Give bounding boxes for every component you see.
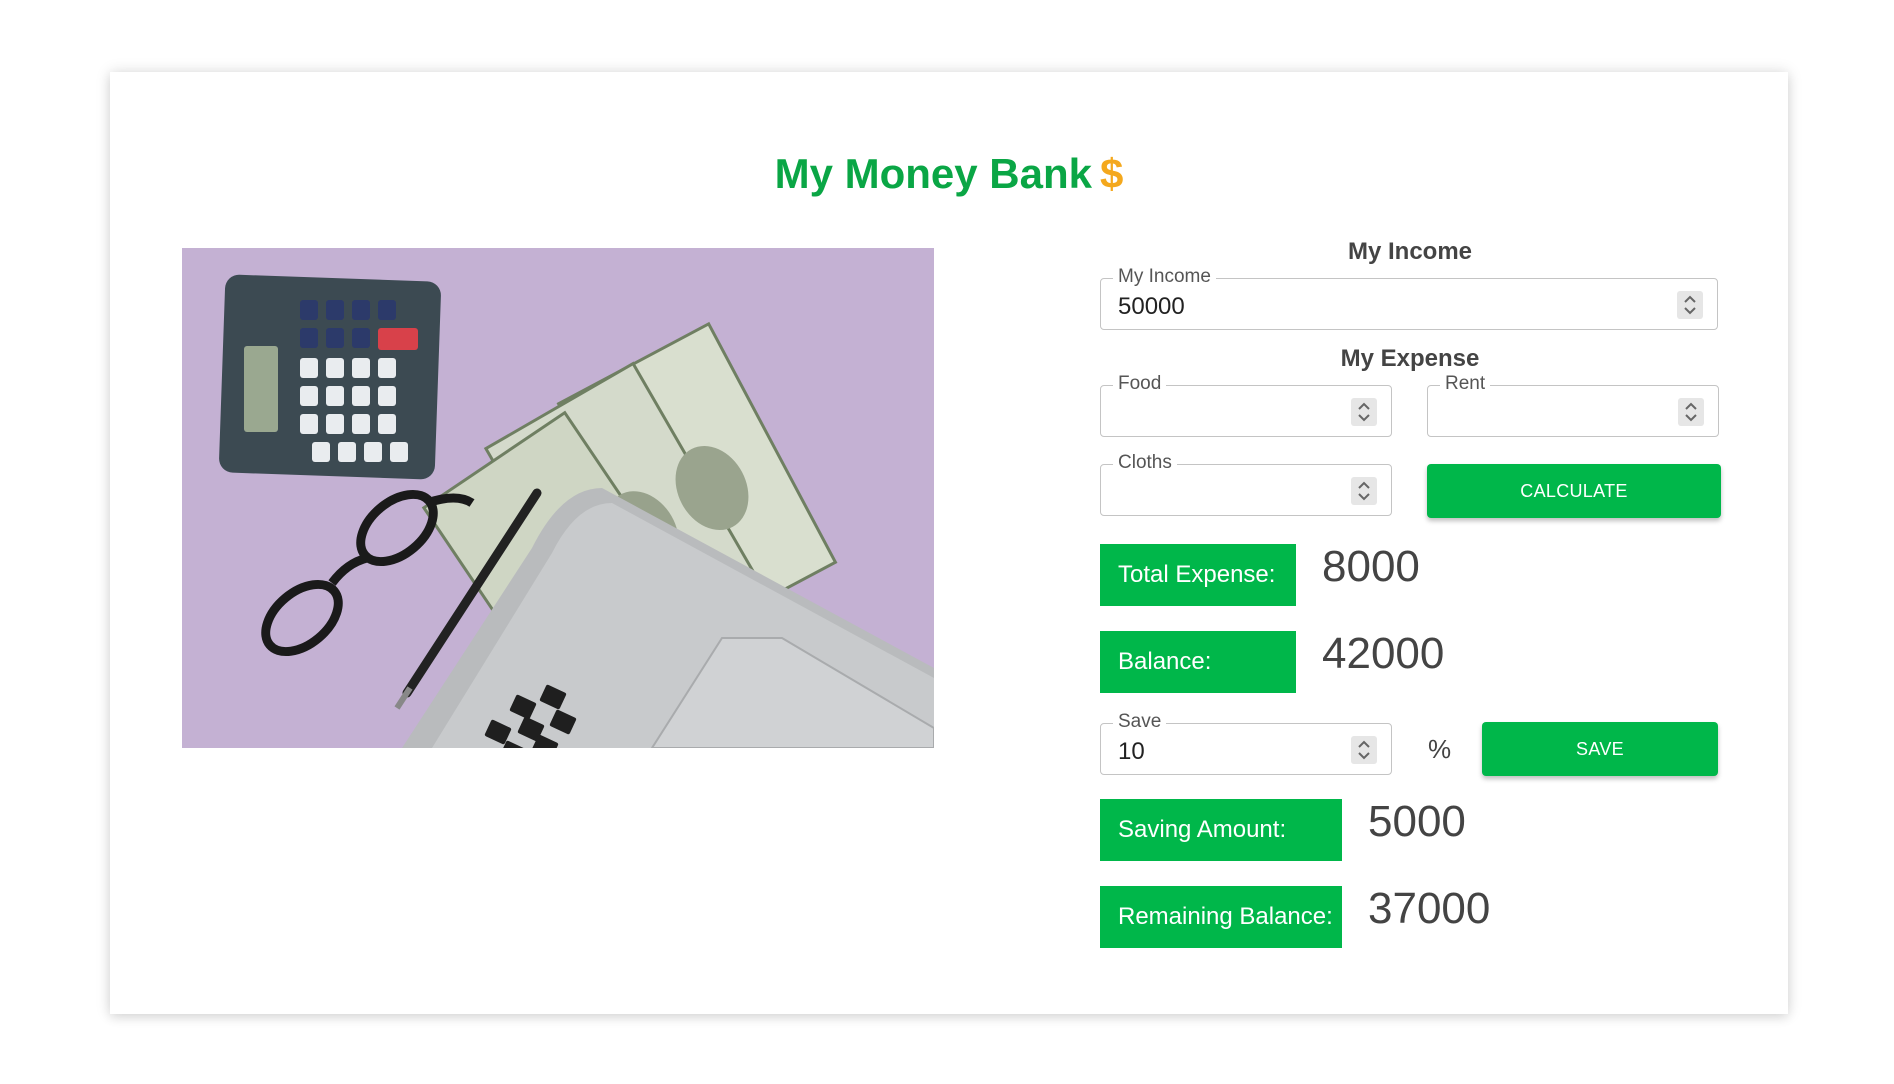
food-label: Food — [1113, 373, 1167, 395]
income-heading: My Income — [1347, 238, 1473, 265]
total-expense-label: Total Expense: — [1100, 544, 1296, 606]
main-card: My Money Bank $ My Income My Income 5000… — [110, 72, 1788, 1014]
save-button[interactable]: SAVE — [1482, 722, 1718, 776]
saving-amount-value: 5000 — [1368, 797, 1466, 846]
income-stepper[interactable] — [1677, 291, 1703, 319]
save-stepper[interactable] — [1351, 736, 1377, 764]
balance-label: Balance: — [1100, 631, 1296, 693]
income-value: 50000 — [1118, 293, 1185, 320]
saving-amount-label: Saving Amount: — [1100, 799, 1342, 861]
page-title: My Money Bank $ — [110, 150, 1788, 198]
calculator-image — [219, 274, 441, 480]
save-percent-input[interactable]: Save 10 — [1100, 711, 1392, 775]
save-value: 10 — [1118, 738, 1145, 765]
income-label: My Income — [1113, 266, 1216, 288]
remaining-balance-label: Remaining Balance: — [1100, 886, 1342, 948]
hero-image — [182, 248, 934, 748]
title-text: My Money Bank — [774, 150, 1093, 197]
cloths-label: Cloths — [1113, 452, 1177, 474]
dollar-icon: $ — [1100, 150, 1124, 197]
total-expense-value: 8000 — [1322, 542, 1420, 591]
remaining-balance-value: 37000 — [1368, 884, 1491, 933]
percent-sign: % — [1428, 734, 1452, 764]
food-stepper[interactable] — [1351, 398, 1377, 426]
expense-heading: My Expense — [1340, 345, 1480, 372]
food-input[interactable]: Food — [1100, 373, 1392, 437]
calculate-button[interactable]: CALCULATE — [1427, 464, 1721, 518]
save-label: Save — [1113, 711, 1167, 733]
rent-stepper[interactable] — [1678, 398, 1704, 426]
rent-input[interactable]: Rent — [1427, 373, 1719, 437]
cloths-stepper[interactable] — [1351, 477, 1377, 505]
rent-label: Rent — [1440, 373, 1491, 395]
cloths-input[interactable]: Cloths — [1100, 452, 1392, 516]
income-input[interactable]: My Income 50000 — [1100, 266, 1718, 330]
balance-value: 42000 — [1322, 629, 1445, 678]
